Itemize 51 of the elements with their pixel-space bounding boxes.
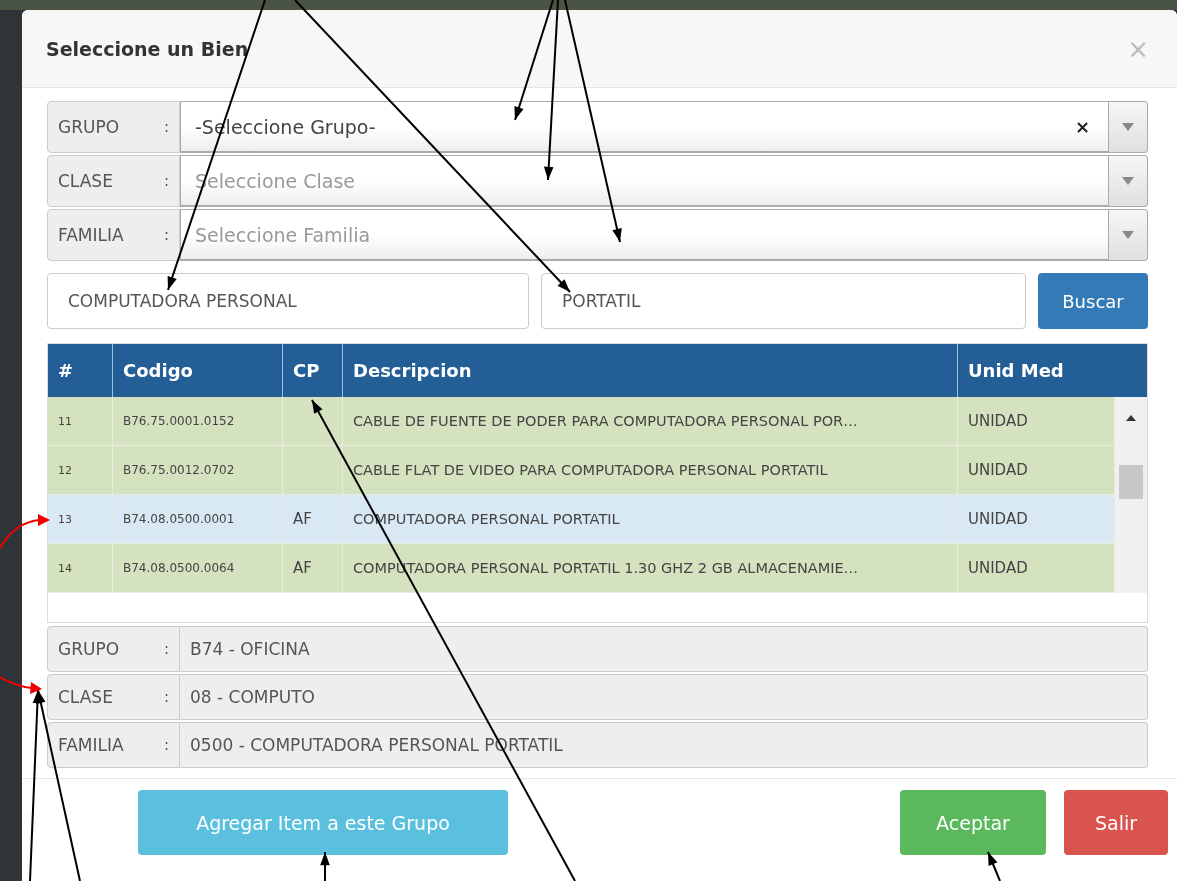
table-cell: B74.08.0500.0001 [123, 512, 235, 526]
table-cell: 12 [58, 463, 72, 477]
table-cell: AF [293, 559, 312, 577]
scrollbar[interactable] [1115, 397, 1147, 593]
table-row[interactable]: 11 B76.75.0001.0152 CABLE DE FUENTE DE PODER PARA COMPUTADORA PERSONAL POR… UNIDAD [48, 397, 1115, 446]
colon-separator: : [163, 736, 169, 754]
label-text: GRUPO [58, 117, 120, 137]
field-value: 08 - COMPUTO [190, 687, 315, 707]
label-text: CLASE [58, 687, 113, 707]
label-text: GRUPO [58, 639, 120, 659]
colon-separator: : [163, 688, 169, 706]
table-cell: 13 [58, 512, 72, 526]
annotation-arrow [0, 514, 50, 549]
clear-button[interactable]: × [1074, 116, 1090, 137]
dialog-title: Seleccione un Bien [46, 37, 249, 60]
colon-separator: : [163, 226, 169, 244]
table-cell: B76.75.0012.0702 [123, 463, 235, 477]
dropdown-toggle[interactable] [1109, 101, 1148, 153]
colon-separator: : [163, 640, 169, 658]
field-value: B74 - OFICINA [190, 639, 310, 659]
table-cell: AF [293, 510, 312, 528]
table-cell: UNIDAD [968, 461, 1028, 479]
placeholder-text: Seleccione Familia [195, 223, 371, 246]
search-field[interactable]: COMPUTADORA PERSONAL [47, 273, 529, 329]
table-cell: 14 [58, 561, 72, 575]
label-text: CLASE [58, 171, 113, 191]
dropdown-toggle[interactable] [1109, 209, 1148, 261]
dropdown-toggle[interactable] [1109, 155, 1148, 207]
caret-icon [1122, 231, 1134, 239]
table-cell: CABLE FLAT DE VIDEO PARA COMPUTADORA PERSONAL PORTATIL [353, 462, 828, 478]
table-cell: UNIDAD [968, 412, 1028, 430]
table-cell: B76.75.0001.0152 [123, 414, 235, 428]
colon-separator: : [163, 118, 169, 136]
search-field[interactable]: PORTATIL [541, 273, 1026, 329]
scroll-thumb[interactable] [1119, 465, 1143, 499]
caret-icon [1122, 123, 1134, 131]
table-cell: CABLE DE FUENTE DE PODER PARA COMPUTADORA PERSONAL POR… [353, 413, 858, 429]
scroll-up-icon[interactable] [1126, 415, 1136, 421]
table-cell: 11 [58, 414, 72, 428]
table-cell: B74.08.0500.0064 [123, 561, 235, 575]
label-text: FAMILIA [58, 735, 124, 755]
table-cell: UNIDAD [968, 510, 1028, 528]
caret-icon [1122, 177, 1134, 185]
table-cell: UNIDAD [968, 559, 1028, 577]
table-row[interactable]: 12 B76.75.0012.0702 CABLE FLAT DE VIDEO PARA COMPUTADORA PERSONAL PORTATIL UNIDAD [48, 446, 1115, 495]
exit-button[interactable]: Salir [1064, 790, 1168, 855]
search-button[interactable]: Buscar [1038, 273, 1148, 329]
colon-separator: : [163, 172, 169, 190]
annotation-arrow [987, 851, 1001, 881]
column-header: Unid Med [967, 359, 1065, 383]
label-text: FAMILIA [58, 225, 124, 245]
